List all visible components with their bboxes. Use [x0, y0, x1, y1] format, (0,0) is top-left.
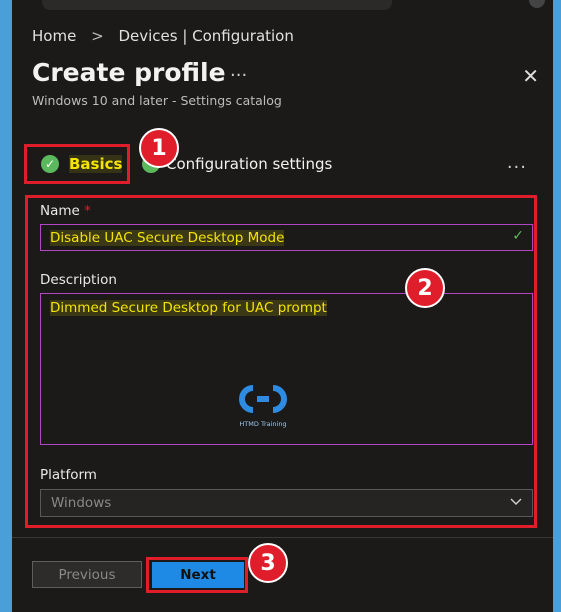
breadcrumb: Home > Devices | Configuration: [32, 27, 294, 45]
platform-select[interactable]: Windows: [40, 489, 533, 517]
footer-divider: [12, 537, 553, 538]
check-circle-icon: ✓: [41, 155, 59, 173]
valid-check-icon: ✓: [512, 228, 524, 244]
htmd-logo: HTMD Training: [231, 382, 295, 428]
account-avatar[interactable]: [529, 0, 545, 8]
annotation-badge-1: 1: [139, 128, 179, 168]
breadcrumb-separator-icon: >: [91, 27, 104, 45]
tab-configuration-label: Configuration settings: [166, 155, 333, 173]
annotation-badge-2: 2: [405, 268, 445, 308]
more-options-icon[interactable]: ...: [230, 60, 247, 81]
tabs-more-icon[interactable]: ...: [507, 152, 527, 173]
required-mark: *: [84, 203, 91, 219]
description-textarea[interactable]: Dimmed Secure Desktop for UAC prompt HTM…: [40, 293, 533, 445]
description-label: Description: [40, 272, 117, 288]
breadcrumb-home[interactable]: Home: [32, 27, 76, 45]
description-value: Dimmed Secure Desktop for UAC prompt: [50, 300, 327, 316]
name-input[interactable]: Disable UAC Secure Desktop Mode ✓: [40, 224, 533, 251]
tab-basics-label: Basics: [69, 155, 123, 173]
create-profile-panel: Home > Devices | Configuration Create pr…: [12, 0, 553, 612]
name-input-value: Disable UAC Secure Desktop Mode: [50, 229, 285, 246]
tab-basics[interactable]: ✓ Basics: [24, 144, 130, 184]
watermark-text: HTMD Training: [239, 420, 287, 428]
top-search-bar[interactable]: [42, 0, 392, 10]
close-icon[interactable]: ✕: [522, 64, 539, 88]
page-title: Create profile: [32, 58, 226, 87]
next-button[interactable]: Next: [152, 562, 244, 588]
platform-label: Platform: [40, 467, 97, 483]
name-label: Name *: [40, 203, 91, 219]
platform-value: Windows: [51, 495, 112, 511]
breadcrumb-current[interactable]: Devices | Configuration: [118, 27, 293, 45]
annotation-badge-3: 3: [248, 543, 288, 583]
page-subtitle: Windows 10 and later - Settings catalog: [32, 93, 282, 108]
chevron-down-icon: [509, 494, 523, 512]
previous-button[interactable]: Previous: [32, 561, 142, 588]
